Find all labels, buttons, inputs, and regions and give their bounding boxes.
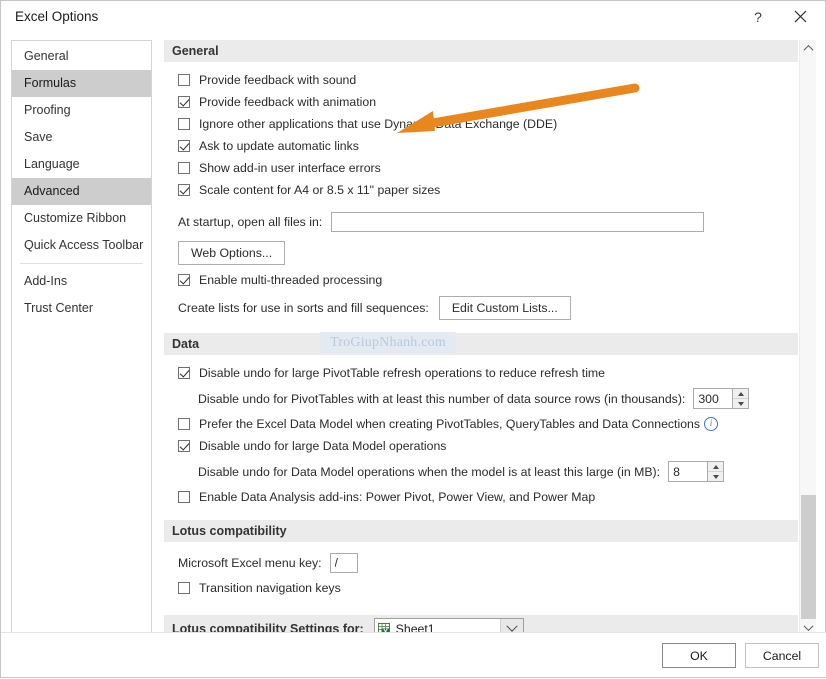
- option-row-feedback-sound[interactable]: Provide feedback with sound: [164, 69, 798, 91]
- dialog-footer: OK Cancel: [1, 632, 826, 677]
- label-prefer-data-model: Prefer the Excel Data Model when creatin…: [199, 417, 701, 431]
- label-multithreaded-processing: Enable multi-threaded processing: [199, 273, 383, 287]
- checkbox-feedback-sound[interactable]: [178, 74, 190, 86]
- info-circle-icon[interactable]: i: [704, 417, 719, 431]
- dialog-title: Excel Options: [15, 9, 99, 24]
- option-row-addin-ui-errors[interactable]: Show add-in user interface errors: [164, 157, 798, 179]
- option-row-startup-folder: At startup, open all files in:: [164, 207, 798, 237]
- option-row-data-analysis-addins[interactable]: Enable Data Analysis add-ins: Power Pivo…: [164, 486, 798, 508]
- sidebar-item-trust-center[interactable]: Trust Center: [12, 295, 151, 322]
- label-pivot-undo: Disable undo for large PivotTable refres…: [199, 366, 606, 380]
- content-vertical-scrollbar[interactable]: [799, 40, 816, 636]
- options-content-pane: General Provide feedback with sound Prov…: [164, 40, 816, 636]
- scrollbar-thumb[interactable]: [801, 495, 816, 630]
- checkbox-update-links[interactable]: [178, 140, 190, 152]
- section-header-lotus-compatibility: Lotus compatibility: [164, 520, 798, 542]
- checkbox-multithreaded-processing[interactable]: [178, 274, 190, 286]
- label-startup-folder: At startup, open all files in:: [178, 215, 323, 229]
- sidebar-item-language[interactable]: Language: [12, 151, 151, 178]
- scroll-up-arrow-icon[interactable]: [800, 40, 816, 57]
- sidebar-item-formulas[interactable]: Formulas: [12, 70, 151, 97]
- model-size-increment-button[interactable]: [708, 462, 724, 472]
- section-header-data: Data: [164, 333, 798, 355]
- option-row-model-undo[interactable]: Disable undo for large Data Model operat…: [164, 435, 798, 457]
- option-row-pivot-rows: Disable undo for PivotTables with at lea…: [164, 384, 798, 413]
- section-header-general: General: [164, 40, 798, 62]
- ok-button[interactable]: OK: [662, 643, 736, 668]
- sidebar-item-save[interactable]: Save: [12, 124, 151, 151]
- menu-key-input[interactable]: [329, 553, 358, 573]
- option-row-menu-key: Microsoft Excel menu key:: [164, 549, 798, 577]
- options-scroll-content: General Provide feedback with sound Prov…: [164, 40, 798, 636]
- close-icon[interactable]: [781, 1, 819, 32]
- model-size-spin-buttons[interactable]: [707, 462, 724, 481]
- model-size-value[interactable]: [669, 462, 708, 481]
- sidebar-item-advanced[interactable]: Advanced: [12, 178, 151, 205]
- checkbox-feedback-animation[interactable]: [178, 96, 190, 108]
- label-addin-ui-errors: Show add-in user interface errors: [199, 161, 381, 175]
- edit-custom-lists-button[interactable]: Edit Custom Lists...: [438, 296, 571, 320]
- sidebar-item-quick-access-toolbar[interactable]: Quick Access Toolbar: [12, 232, 151, 259]
- sidebar-divider: [20, 263, 143, 264]
- checkbox-addin-ui-errors[interactable]: [178, 162, 190, 174]
- checkbox-scale-content[interactable]: [178, 184, 190, 196]
- pivot-rows-spinner[interactable]: [693, 388, 750, 409]
- pivot-rows-increment-button[interactable]: [733, 389, 749, 399]
- label-update-links: Ask to update automatic links: [199, 139, 359, 153]
- checkbox-prefer-data-model[interactable]: [178, 418, 190, 430]
- label-model-undo: Disable undo for large Data Model operat…: [199, 439, 447, 453]
- label-transition-nav-keys: Transition navigation keys: [199, 581, 341, 595]
- excel-options-dialog: Excel Options ? General Formulas Proofin…: [0, 0, 826, 678]
- option-row-update-links[interactable]: Ask to update automatic links: [164, 135, 798, 157]
- title-bar: Excel Options ?: [1, 1, 825, 33]
- option-row-prefer-data-model[interactable]: Prefer the Excel Data Model when creatin…: [164, 413, 798, 435]
- option-row-custom-lists: Create lists for use in sorts and fill s…: [164, 291, 798, 325]
- checkbox-model-undo[interactable]: [178, 440, 190, 452]
- label-feedback-sound: Provide feedback with sound: [199, 73, 357, 87]
- checkbox-ignore-dde[interactable]: [178, 118, 190, 130]
- sidebar-item-proofing[interactable]: Proofing: [12, 97, 151, 124]
- pivot-rows-decrement-button[interactable]: [733, 399, 749, 408]
- help-question-icon[interactable]: ?: [739, 1, 777, 32]
- label-data-analysis-addins: Enable Data Analysis add-ins: Power Pivo…: [199, 490, 596, 504]
- option-row-scale-content[interactable]: Scale content for A4 or 8.5 x 11" paper …: [164, 179, 798, 201]
- checkbox-pivot-undo[interactable]: [178, 367, 190, 379]
- pivot-rows-spin-buttons[interactable]: [732, 389, 749, 408]
- option-row-transition-nav-keys[interactable]: Transition navigation keys: [164, 577, 798, 599]
- model-size-spinner[interactable]: [668, 461, 725, 482]
- label-feedback-animation: Provide feedback with animation: [199, 95, 377, 109]
- pivot-rows-value[interactable]: [694, 389, 733, 408]
- dialog-body: General Formulas Proofing Save Language …: [1, 33, 826, 636]
- label-ignore-dde: Ignore other applications that use Dynam…: [199, 117, 558, 131]
- option-row-web-options: Web Options...: [164, 237, 798, 269]
- label-menu-key: Microsoft Excel menu key:: [178, 556, 322, 570]
- sidebar-item-add-ins[interactable]: Add-Ins: [12, 268, 151, 295]
- label-pivot-rows: Disable undo for PivotTables with at lea…: [198, 391, 686, 406]
- option-row-pivot-undo[interactable]: Disable undo for large PivotTable refres…: [164, 362, 798, 384]
- option-row-feedback-animation[interactable]: Provide feedback with animation: [164, 91, 798, 113]
- option-row-multithread[interactable]: Enable multi-threaded processing: [164, 269, 798, 291]
- options-category-list: General Formulas Proofing Save Language …: [11, 40, 152, 636]
- label-custom-lists: Create lists for use in sorts and fill s…: [178, 301, 429, 315]
- checkbox-data-analysis-addins[interactable]: [178, 491, 190, 503]
- cancel-button[interactable]: Cancel: [745, 643, 819, 668]
- label-model-size: Disable undo for Data Model operations w…: [198, 464, 661, 479]
- option-row-ignore-dde[interactable]: Ignore other applications that use Dynam…: [164, 113, 798, 135]
- sidebar-item-general[interactable]: General: [12, 43, 151, 70]
- checkbox-transition-nav-keys[interactable]: [178, 582, 190, 594]
- sidebar-item-customize-ribbon[interactable]: Customize Ribbon: [12, 205, 151, 232]
- model-size-decrement-button[interactable]: [708, 472, 724, 481]
- web-options-button[interactable]: Web Options...: [178, 241, 286, 265]
- option-row-model-size: Disable undo for Data Model operations w…: [164, 457, 798, 486]
- startup-folder-input[interactable]: [331, 212, 705, 232]
- label-scale-content: Scale content for A4 or 8.5 x 11" paper …: [199, 183, 441, 197]
